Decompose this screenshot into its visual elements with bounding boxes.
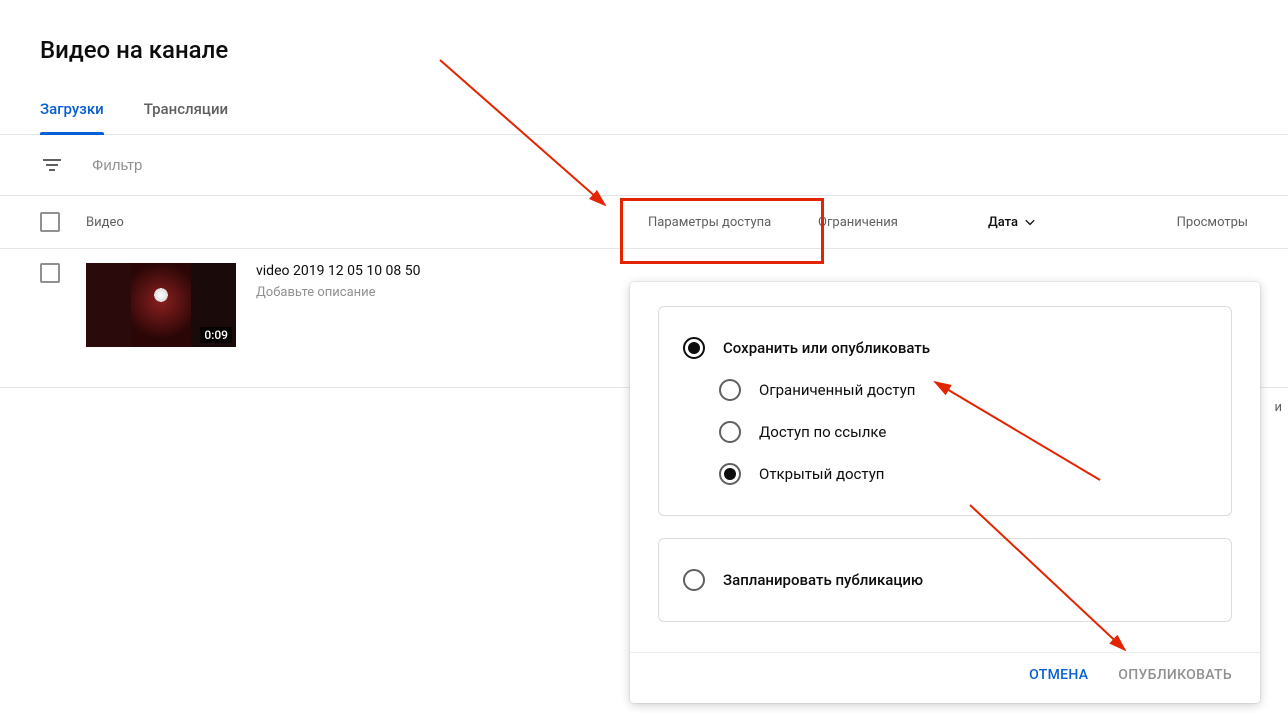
select-all-checkbox[interactable] bbox=[40, 212, 60, 232]
row-checkbox[interactable] bbox=[40, 263, 60, 283]
radio-label: Сохранить или опубликовать bbox=[723, 339, 930, 357]
popover-actions: ОТМЕНА ОПУБЛИКОВАТЬ bbox=[630, 652, 1260, 703]
video-description-placeholder[interactable]: Добавьте описание bbox=[256, 285, 420, 300]
video-duration: 0:09 bbox=[200, 327, 232, 343]
radio-icon bbox=[719, 463, 741, 485]
radio-unlisted[interactable]: Доступ по ссылке bbox=[683, 411, 1207, 453]
col-header-date[interactable]: Дата bbox=[988, 212, 1148, 232]
tab-live[interactable]: Трансляции bbox=[144, 94, 228, 134]
col-header-restrictions[interactable]: Ограничения bbox=[818, 215, 988, 230]
table-header-row: Видео Параметры доступа Ограничения Дата… bbox=[0, 196, 1288, 249]
page-title: Видео на канале bbox=[40, 36, 1248, 64]
video-text: video 2019 12 05 10 08 50 Добавьте описа… bbox=[256, 263, 420, 300]
cancel-button[interactable]: ОТМЕНА bbox=[1029, 667, 1088, 683]
radio-label: Ограниченный доступ bbox=[759, 381, 915, 399]
radio-save-or-publish[interactable]: Сохранить или опубликовать bbox=[683, 327, 1207, 369]
radio-icon bbox=[719, 379, 741, 401]
col-header-video: Видео bbox=[86, 215, 648, 230]
tabs: Загрузки Трансляции bbox=[0, 94, 1288, 135]
radio-public[interactable]: Открытый доступ bbox=[683, 453, 1207, 495]
visibility-popover: Сохранить или опубликовать Ограниченный … bbox=[630, 282, 1260, 703]
col-header-visibility[interactable]: Параметры доступа bbox=[648, 215, 818, 230]
filter-input[interactable] bbox=[92, 157, 392, 174]
radio-label: Доступ по ссылке bbox=[759, 423, 886, 441]
date-label: Дата bbox=[988, 215, 1018, 230]
filter-bar bbox=[0, 135, 1288, 196]
col-header-views[interactable]: Просмотры bbox=[1148, 215, 1248, 230]
save-publish-group: Сохранить или опубликовать Ограниченный … bbox=[658, 306, 1232, 516]
radio-icon bbox=[719, 421, 741, 443]
radio-label: Запланировать публикацию bbox=[723, 571, 923, 589]
tab-uploads[interactable]: Загрузки bbox=[40, 94, 104, 134]
schedule-group: Запланировать публикацию bbox=[658, 538, 1232, 622]
video-thumbnail[interactable]: 0:09 bbox=[86, 263, 236, 347]
arrow-down-icon bbox=[1022, 212, 1038, 232]
publish-button[interactable]: ОПУБЛИКОВАТЬ bbox=[1118, 667, 1232, 683]
trailing-letter: и bbox=[1274, 400, 1282, 415]
filter-icon[interactable] bbox=[40, 153, 64, 177]
radio-schedule[interactable]: Запланировать публикацию bbox=[683, 559, 1207, 601]
video-title[interactable]: video 2019 12 05 10 08 50 bbox=[256, 263, 420, 279]
radio-private[interactable]: Ограниченный доступ bbox=[683, 369, 1207, 411]
radio-icon bbox=[683, 569, 705, 591]
radio-icon bbox=[683, 337, 705, 359]
page-header: Видео на канале Загрузки Трансляции bbox=[0, 0, 1288, 135]
radio-label: Открытый доступ bbox=[759, 465, 884, 483]
